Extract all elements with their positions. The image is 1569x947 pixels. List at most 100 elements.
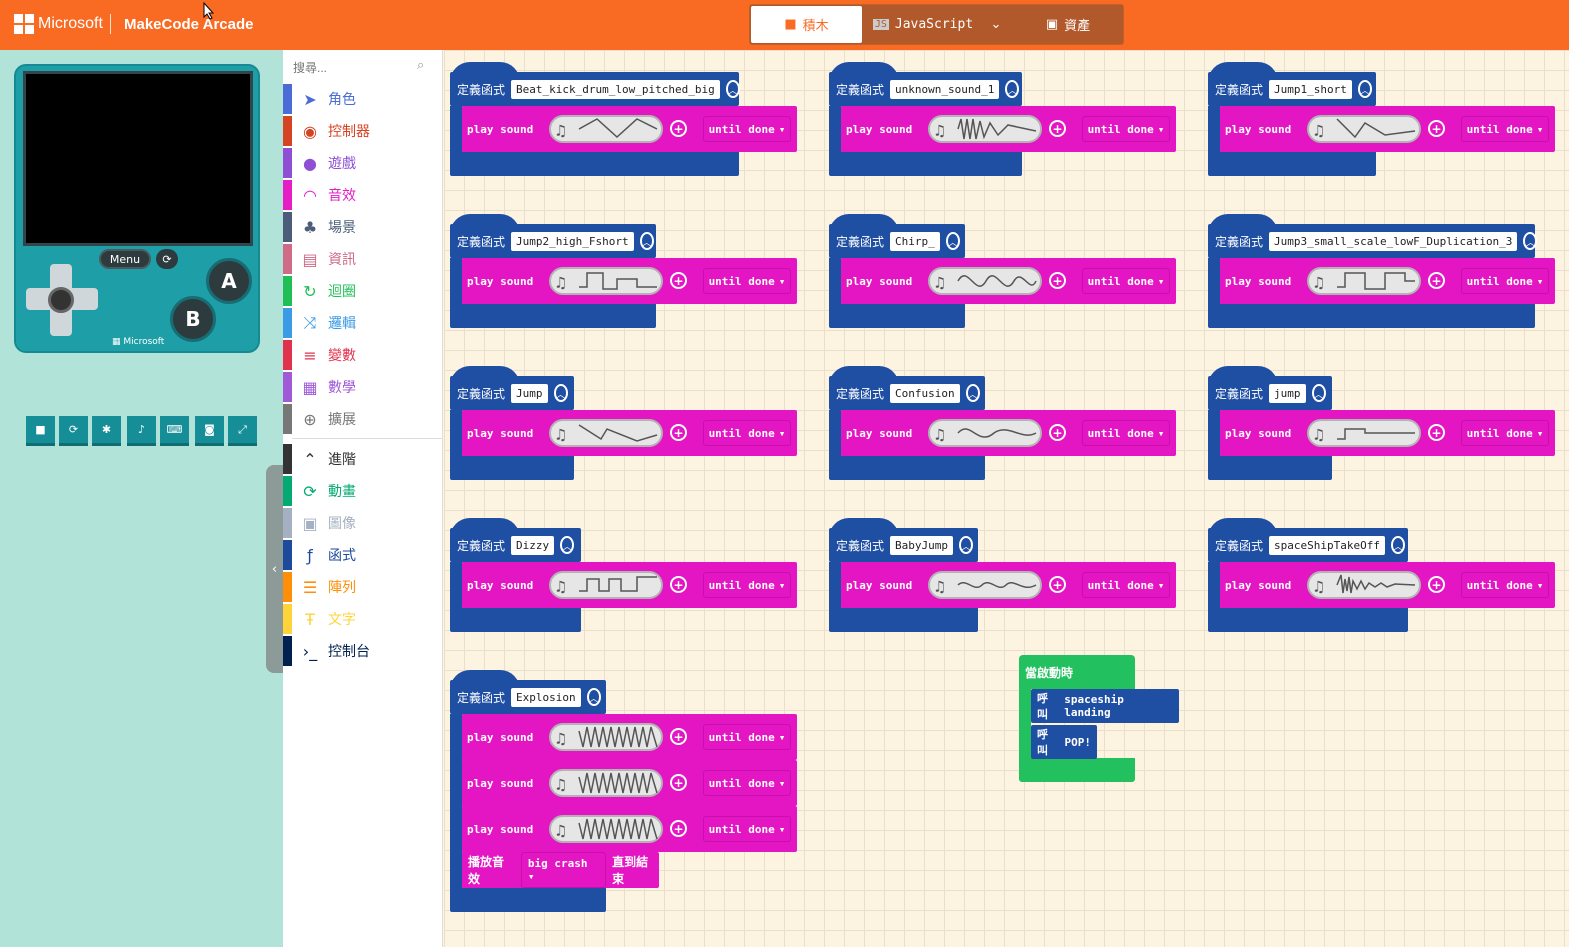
- function-name-field[interactable]: Chirp_: [890, 231, 940, 251]
- toolbox-category-8[interactable]: ≡ 變數: [283, 340, 443, 370]
- until-done-dropdown[interactable]: until done ▾: [1461, 116, 1549, 142]
- sound-effect-field[interactable]: ♫: [928, 267, 1042, 295]
- play-sound-block[interactable]: play sound ♫ + until done ▾: [461, 410, 797, 456]
- collapse-icon[interactable]: ︿: [959, 536, 973, 554]
- function-header[interactable]: 定義函式 Jump2_high_Fshort ︿: [450, 224, 656, 258]
- collapse-icon[interactable]: ︿: [586, 688, 601, 706]
- play-sound-effect-block[interactable]: 播放音效 big crash ▾ 直到結束: [461, 852, 659, 888]
- expand-plus-icon[interactable]: +: [670, 424, 687, 441]
- sound-effect-dropdown[interactable]: big crash ▾: [520, 852, 607, 888]
- function-header[interactable]: 定義函式 BabyJump ︿: [829, 528, 978, 562]
- collapse-icon[interactable]: ︿: [1311, 384, 1326, 402]
- collapse-icon[interactable]: ︿: [553, 384, 568, 402]
- function-name-field[interactable]: Beat_kick_drum_low_pitched_big: [511, 79, 720, 99]
- screenshot-icon[interactable]: ◙: [195, 416, 224, 446]
- expand-plus-icon[interactable]: +: [1428, 120, 1445, 137]
- toolbox-category-15[interactable]: ☰ 陣列: [283, 572, 443, 602]
- expand-plus-icon[interactable]: +: [670, 120, 687, 137]
- collapse-icon[interactable]: ︿: [945, 232, 960, 250]
- function-name-field[interactable]: BabyJump: [890, 535, 953, 555]
- function-header[interactable]: 定義函式 unknown_sound_1 ︿: [829, 72, 1022, 106]
- sound-effect-field[interactable]: ♫: [549, 419, 663, 447]
- sound-effect-field[interactable]: ♫: [549, 723, 663, 751]
- collapse-icon[interactable]: ︿: [1005, 80, 1020, 98]
- function-name-field[interactable]: Confusion: [890, 383, 960, 403]
- toolbox-category-0[interactable]: ➤ 角色: [283, 84, 443, 114]
- function-name-field[interactable]: Explosion: [511, 687, 581, 707]
- toolbox-category-11[interactable]: ⌃ 進階: [283, 444, 443, 474]
- a-button[interactable]: A: [206, 258, 252, 304]
- function-name-field[interactable]: unknown_sound_1: [890, 79, 1000, 99]
- expand-plus-icon[interactable]: +: [670, 272, 687, 289]
- function-header[interactable]: 定義函式 spaceShipTakeOff ︿: [1208, 528, 1408, 562]
- function-name-field[interactable]: Jump3_small_scale_lowF_Duplication_3: [1269, 231, 1518, 251]
- play-sound-block[interactable]: play sound ♫ + until done ▾: [461, 760, 797, 806]
- dpad[interactable]: [20, 262, 102, 344]
- debug-icon[interactable]: ✱: [92, 416, 121, 446]
- function-header[interactable]: 定義函式 Jump1_short ︿: [1208, 72, 1376, 106]
- play-sound-block[interactable]: play sound ♫ + until done ▾: [461, 258, 797, 304]
- sound-effect-field[interactable]: ♫: [928, 419, 1042, 447]
- until-done-dropdown[interactable]: until done ▾: [1461, 572, 1549, 598]
- until-done-dropdown[interactable]: until done ▾: [703, 770, 791, 796]
- until-done-dropdown[interactable]: until done ▾: [703, 816, 791, 842]
- call-block[interactable]: 呼叫 spaceship landing: [1031, 689, 1179, 723]
- function-header[interactable]: 定義函式 Confusion ︿: [829, 376, 985, 410]
- toolbox-search-input[interactable]: [293, 58, 433, 78]
- collapse-icon[interactable]: ︿: [1523, 232, 1538, 250]
- language-dropdown-button[interactable]: ⌄: [978, 6, 1014, 43]
- play-sound-block[interactable]: play sound ♫ + until done ▾: [1219, 410, 1555, 456]
- play-sound-block[interactable]: play sound ♫ + until done ▾: [461, 714, 797, 760]
- function-header[interactable]: 定義函式 Jump ︿: [450, 376, 574, 410]
- toolbox-category-12[interactable]: ⟳ 動畫: [283, 476, 443, 506]
- collapse-icon[interactable]: ︿: [1390, 536, 1405, 554]
- until-done-dropdown[interactable]: until done ▾: [703, 572, 791, 598]
- sound-effect-field[interactable]: ♫: [549, 571, 663, 599]
- toolbox-category-7[interactable]: ⤨ 邏輯: [283, 308, 443, 338]
- tab-javascript[interactable]: JS JavaScript: [868, 6, 978, 43]
- function-header[interactable]: 定義函式 jump ︿: [1208, 376, 1332, 410]
- expand-plus-icon[interactable]: +: [1428, 576, 1445, 593]
- until-done-dropdown[interactable]: until done ▾: [1461, 420, 1549, 446]
- play-sound-block[interactable]: play sound ♫ + until done ▾: [461, 562, 797, 608]
- until-done-dropdown[interactable]: until done ▾: [1082, 572, 1170, 598]
- sound-effect-field[interactable]: ♫: [1307, 571, 1421, 599]
- app-title[interactable]: MakeCode Arcade: [124, 16, 254, 33]
- expand-plus-icon[interactable]: +: [670, 576, 687, 593]
- toolbox-category-2[interactable]: ● 遊戲: [283, 148, 443, 178]
- function-name-field[interactable]: spaceShipTakeOff: [1269, 535, 1385, 555]
- toolbox-category-9[interactable]: ▦ 數學: [283, 372, 443, 402]
- tab-blocks[interactable]: ■ 積木: [751, 6, 862, 43]
- menu-button[interactable]: Menu: [99, 249, 151, 269]
- expand-plus-icon[interactable]: +: [1049, 120, 1066, 137]
- collapse-icon[interactable]: ︿: [639, 232, 654, 250]
- sound-effect-field[interactable]: ♫: [928, 115, 1042, 143]
- tab-assets[interactable]: ▣ 資產: [1014, 6, 1122, 43]
- toolbox-category-1[interactable]: ◉ 控制器: [283, 116, 443, 146]
- collapse-icon[interactable]: ︿: [560, 536, 575, 554]
- restart-icon[interactable]: ⟳: [156, 249, 178, 269]
- toolbox-category-13[interactable]: ▣ 圖像: [283, 508, 443, 538]
- play-sound-block[interactable]: play sound ♫ + until done ▾: [461, 106, 797, 152]
- function-header[interactable]: 定義函式 Jump3_small_scale_lowF_Duplication_3…: [1208, 224, 1538, 258]
- collapse-simulator-button[interactable]: ‹: [266, 465, 283, 673]
- on-start-block[interactable]: 當啟動時 呼叫 spaceship landing 呼叫 POP!: [1019, 655, 1179, 782]
- until-done-dropdown[interactable]: until done ▾: [703, 116, 791, 142]
- function-name-field[interactable]: Jump: [511, 383, 548, 403]
- b-button[interactable]: B: [170, 296, 216, 342]
- sound-icon[interactable]: ♪: [127, 416, 156, 446]
- sound-effect-field[interactable]: ♫: [1307, 115, 1421, 143]
- play-sound-block[interactable]: play sound ♫ + until done ▾: [1219, 258, 1555, 304]
- expand-plus-icon[interactable]: +: [670, 774, 687, 791]
- sound-effect-field[interactable]: ♫: [1307, 419, 1421, 447]
- play-sound-block[interactable]: play sound ♫ + until done ▾: [840, 106, 1176, 152]
- toolbox-category-4[interactable]: ♣ 場景: [283, 212, 443, 242]
- until-done-dropdown[interactable]: until done ▾: [703, 724, 791, 750]
- toolbox-category-3[interactable]: ◠ 音效: [283, 180, 443, 210]
- until-done-dropdown[interactable]: until done ▾: [703, 268, 791, 294]
- play-sound-block[interactable]: play sound ♫ + until done ▾: [461, 806, 797, 852]
- collapse-icon[interactable]: ︿: [1357, 80, 1372, 98]
- until-done-dropdown[interactable]: until done ▾: [1082, 420, 1170, 446]
- function-name-field[interactable]: Jump1_short: [1269, 79, 1352, 99]
- toolbox-category-10[interactable]: ⊕ 擴展: [283, 404, 443, 434]
